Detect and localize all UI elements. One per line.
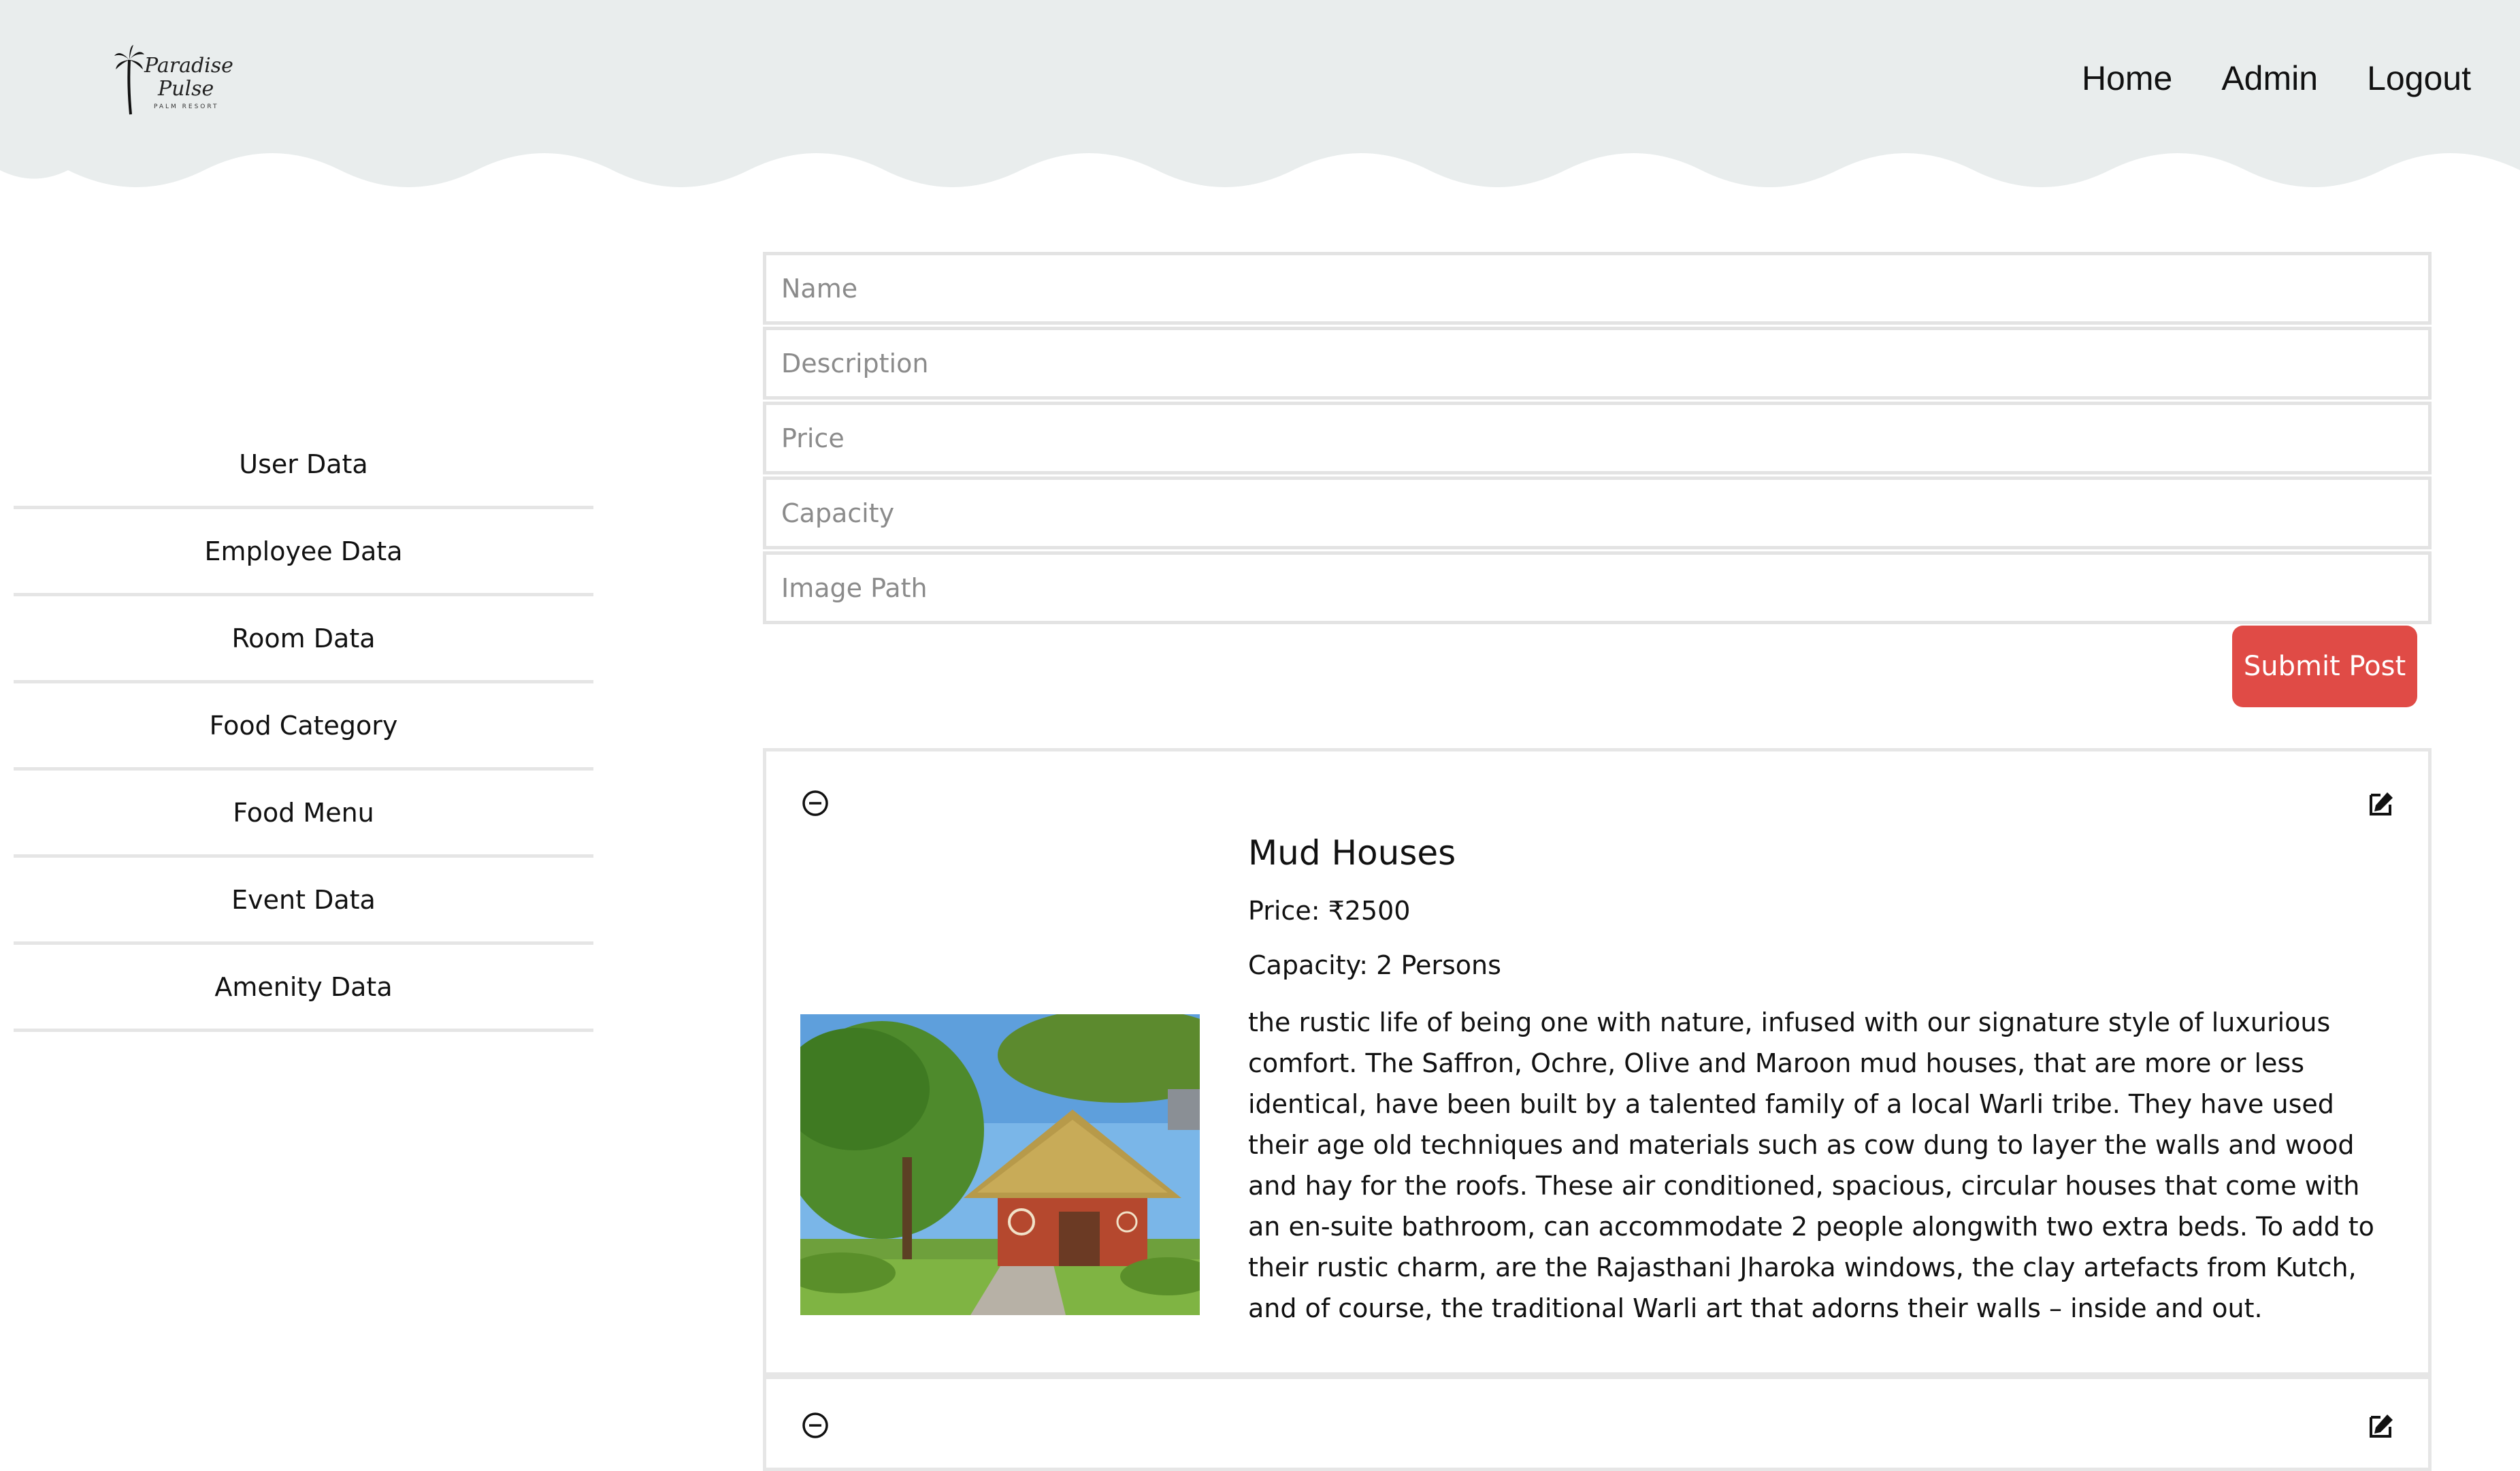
- sidebar-item-food-menu[interactable]: Food Menu: [14, 771, 593, 858]
- edit-icon[interactable]: [2367, 788, 2397, 818]
- minus-circle-icon[interactable]: [800, 1410, 830, 1440]
- logo-tagline: PALM RESORT: [154, 103, 219, 110]
- room-image: [800, 1014, 1200, 1315]
- room-price: Price: ₹2500: [1248, 896, 1411, 926]
- header-wave-background: [0, 0, 2520, 187]
- edit-icon[interactable]: [2367, 1410, 2397, 1440]
- minus-circle-icon[interactable]: [800, 788, 830, 818]
- image-path-input[interactable]: [763, 551, 2432, 624]
- top-nav: Home Admin Logout: [2082, 59, 2471, 98]
- sidebar-item-user-data[interactable]: User Data: [14, 422, 593, 509]
- capacity-input[interactable]: [763, 476, 2432, 549]
- sidebar-item-amenity-data[interactable]: Amenity Data: [14, 945, 593, 1032]
- room-description: the rustic life of being one with nature…: [1248, 1007, 2374, 1323]
- room-card: Mud Houses Price: ₹2500 Capacity: 2 Pers…: [763, 748, 2432, 1376]
- sidebar-item-employee-data[interactable]: Employee Data: [14, 509, 593, 596]
- name-input[interactable]: [763, 252, 2432, 325]
- submit-post-button[interactable]: Submit Post: [2232, 626, 2417, 707]
- logo-line2: Pulse: [158, 77, 214, 101]
- price-input[interactable]: [763, 402, 2432, 474]
- sidebar-item-food-category[interactable]: Food Category: [14, 683, 593, 771]
- admin-sidebar: User Data Employee Data Room Data Food C…: [14, 422, 593, 1032]
- nav-home-link[interactable]: Home: [2082, 59, 2172, 98]
- room-card: [763, 1376, 2432, 1471]
- description-input[interactable]: [763, 327, 2432, 400]
- top-header: Paradise Pulse PALM RESORT Home Admin Lo…: [0, 0, 2520, 197]
- resort-logo[interactable]: Paradise Pulse PALM RESORT: [114, 45, 233, 116]
- room-capacity: Capacity: 2 Persons: [1248, 950, 1501, 980]
- nav-logout-link[interactable]: Logout: [2367, 59, 2471, 98]
- logo-line1: Paradise: [144, 54, 233, 78]
- sidebar-item-room-data[interactable]: Room Data: [14, 596, 593, 683]
- palm-tree-icon: [114, 45, 144, 115]
- room-title: Mud Houses: [1248, 833, 1456, 873]
- sidebar-item-event-data[interactable]: Event Data: [14, 858, 593, 945]
- room-form: [763, 252, 2432, 626]
- nav-admin-link[interactable]: Admin: [2221, 59, 2318, 98]
